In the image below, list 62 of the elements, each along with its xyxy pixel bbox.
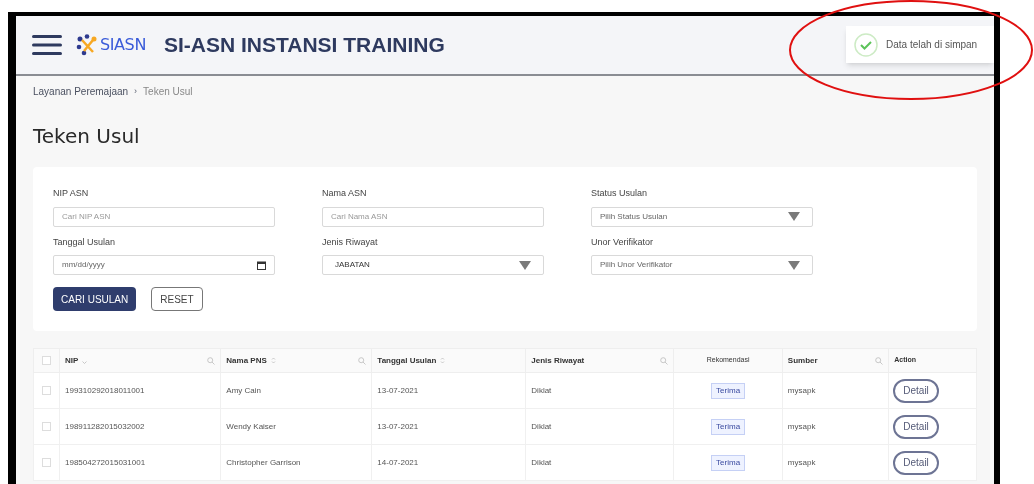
- search-icon[interactable]: [207, 356, 216, 365]
- field-label: Status Usulan: [591, 187, 649, 200]
- table-cell: Diklat: [531, 457, 552, 467]
- breadcrumb-separator: ›: [134, 84, 138, 98]
- input-field[interactable]: Cari Nama ASN: [322, 206, 544, 227]
- table-cell: Diklat: [531, 385, 552, 395]
- table-cell: 13-07-2021: [377, 421, 419, 431]
- calendar-icon[interactable]: [257, 260, 266, 270]
- field-label: Unor Verifikator: [591, 235, 655, 249]
- dropdown-caret-icon: [788, 212, 800, 221]
- app-title: SI-ASN INSTANSI TRAINING: [163, 32, 445, 59]
- logo-icon: [76, 34, 98, 56]
- search-button[interactable]: CARI USULAN: [53, 287, 137, 311]
- detail-button[interactable]: Detail: [893, 378, 939, 403]
- field-label: Nama ASN: [322, 187, 368, 200]
- table-cell: mysapk: [787, 385, 816, 395]
- input-field[interactable]: Cari NIP ASN: [53, 206, 275, 227]
- field-label: Tanggal Usulan: [53, 235, 117, 249]
- page-title: Teken Usul: [33, 123, 141, 150]
- table-cell: Christopher Garrison: [226, 457, 301, 467]
- status-tag: Terima: [711, 454, 746, 471]
- table-cell: 13-07-2021: [377, 385, 419, 395]
- table-cell: 14-07-2021: [377, 457, 419, 467]
- detail-button[interactable]: Detail: [893, 450, 939, 475]
- table-cell: 199310292018011001: [65, 385, 145, 395]
- status-tag: Terima: [711, 418, 746, 435]
- column-header[interactable]: Nama PNS: [226, 354, 267, 367]
- row-checkbox[interactable]: [42, 458, 51, 467]
- table-cell: mysapk: [787, 421, 816, 431]
- detail-button[interactable]: Detail: [893, 414, 939, 439]
- select-all-checkbox[interactable]: [42, 356, 51, 365]
- table-cell: Diklat: [531, 421, 552, 431]
- field-label: Jenis Riwayat: [322, 235, 379, 249]
- dropdown-field[interactable]: Pilih Unor Verifikator: [591, 255, 813, 275]
- field-label: NIP ASN: [53, 187, 90, 200]
- sort-icon[interactable]: [440, 357, 446, 364]
- logo-text: SIASN: [100, 34, 146, 56]
- breadcrumb-link[interactable]: Layanan Peremajaan: [33, 84, 129, 99]
- table-cell: mysapk: [787, 457, 816, 467]
- dropdown-field[interactable]: Pilih Status Usulan: [591, 206, 813, 227]
- column-header[interactable]: NIP: [65, 354, 79, 367]
- table-cell: 198504272015031001: [65, 457, 146, 467]
- row-checkbox[interactable]: [42, 422, 51, 431]
- check-icon: [854, 32, 878, 57]
- reset-button[interactable]: RESET: [151, 287, 203, 311]
- column-header: Sumber: [787, 354, 818, 367]
- row-checkbox[interactable]: [42, 386, 51, 395]
- table-cell: 198911282015032002: [65, 421, 145, 431]
- search-icon[interactable]: [660, 356, 669, 365]
- column-header: Jenis Riwayat: [531, 354, 585, 367]
- table-cell: Amy Cain: [226, 385, 261, 395]
- search-icon[interactable]: [358, 356, 367, 365]
- toast-message: Data telah di simpan: [886, 38, 978, 52]
- dropdown-caret-icon: [788, 260, 800, 270]
- table-cell: Wendy Kaiser: [226, 421, 276, 431]
- sort-icon[interactable]: [270, 357, 276, 364]
- dropdown-caret-icon: [519, 260, 531, 270]
- date-field[interactable]: mm/dd/yyyy: [53, 255, 275, 275]
- menu-icon[interactable]: [32, 34, 62, 56]
- search-icon[interactable]: [875, 356, 884, 365]
- dropdown-field[interactable]: JABATAN: [322, 255, 544, 275]
- status-tag: Terima: [711, 382, 746, 399]
